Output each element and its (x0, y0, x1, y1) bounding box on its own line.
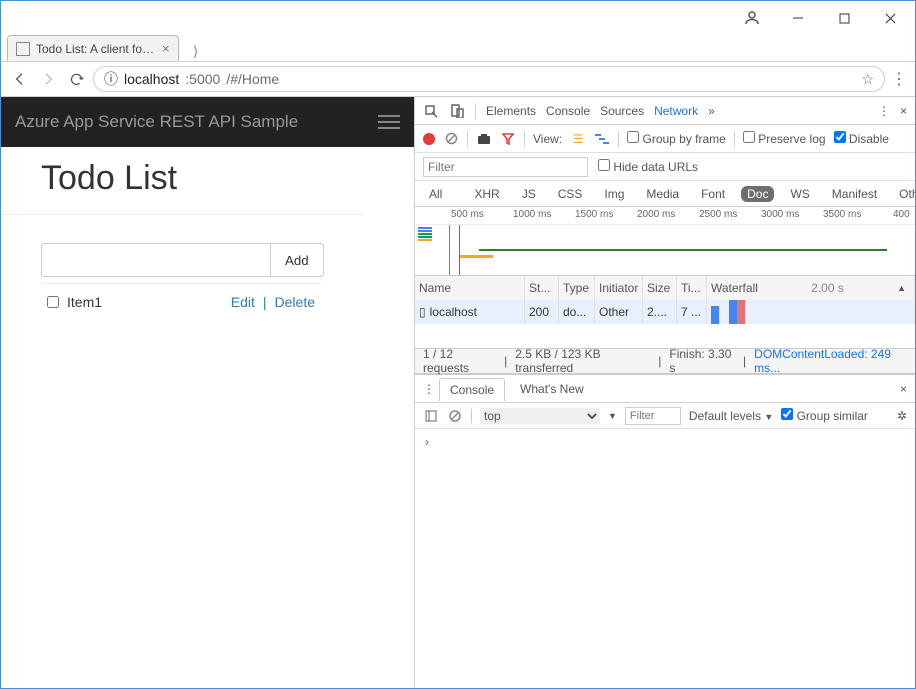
close-tab-icon[interactable]: × (162, 41, 170, 56)
devtools-panel-tabs: Elements Console Sources Network » ⋮ × (415, 97, 915, 125)
hide-data-urls-checkbox[interactable]: Hide data URLs (598, 159, 698, 174)
network-row[interactable]: ▯localhost 200 do... Other 2.... 7 ... (415, 300, 915, 324)
clear-console-icon[interactable] (447, 408, 463, 424)
timeline-bar (479, 249, 887, 251)
group-similar-checkbox[interactable]: Group similar (781, 408, 868, 423)
new-tab-button[interactable]: ⟩ (185, 41, 207, 61)
window-maximize-button[interactable] (821, 2, 867, 34)
group-by-frame-checkbox[interactable]: Group by frame (627, 131, 726, 146)
context-selector[interactable]: top (480, 408, 600, 424)
site-info-icon[interactable]: ⓘ (104, 69, 118, 89)
console-settings-icon[interactable]: ✲ (897, 409, 907, 423)
window-titlebar (1, 1, 915, 35)
drawer-close-icon[interactable]: × (900, 382, 907, 396)
console-toolbar: top ▼ Default levels ▼ Group similar ✲ (415, 403, 915, 429)
view-label: View: (533, 132, 562, 146)
drawer-menu-icon[interactable]: ⋮ (423, 382, 435, 396)
network-filter-bar: Hide data URLs (415, 153, 915, 181)
window-minimize-button[interactable] (775, 2, 821, 34)
preserve-log-checkbox[interactable]: Preserve log (743, 131, 826, 146)
console-filter-input[interactable] (625, 407, 681, 425)
browser-tab[interactable]: Todo List: A client for sam × (7, 35, 179, 61)
network-table-header[interactable]: Name St... Type Initiator Size Ti... Wat… (415, 276, 915, 300)
browser-tab-title: Todo List: A client for sam (36, 42, 156, 56)
type-img[interactable]: Img (598, 186, 630, 202)
network-type-filters: All XHR JS CSS Img Media Font Doc WS Man… (415, 181, 915, 207)
network-table: Name St... Type Initiator Size Ti... Wat… (415, 276, 915, 349)
type-media[interactable]: Media (640, 186, 685, 202)
browser-tabstrip: Todo List: A client for sam × ⟩ (1, 35, 915, 61)
dcl-marker (449, 225, 450, 275)
page-viewport: Azure App Service REST API Sample Todo L… (1, 97, 415, 688)
address-bar: ⓘ localhost:5000/#/Home ☆ ⋮ (1, 61, 915, 97)
type-all[interactable]: All (423, 186, 448, 202)
window-close-button[interactable] (867, 2, 913, 34)
load-marker (459, 225, 460, 275)
delete-link[interactable]: Delete (275, 294, 315, 310)
type-js[interactable]: JS (516, 186, 542, 202)
url-host: localhost (124, 71, 179, 87)
console-output[interactable]: › (415, 429, 915, 688)
document-icon: ▯ (419, 305, 426, 319)
network-summary: 1 / 12 requests| 2.5 KB / 123 KB transfe… (415, 349, 915, 375)
devtools-menu-icon[interactable]: ⋮ (878, 104, 890, 118)
type-ws[interactable]: WS (784, 186, 815, 202)
timeline-bar (459, 255, 493, 258)
type-doc[interactable]: Doc (741, 186, 774, 202)
network-filter-input[interactable] (423, 157, 588, 177)
favicon-icon (16, 42, 30, 56)
todo-item: Item1 Edit | Delete (41, 283, 321, 320)
network-timeline[interactable]: 500 ms 1000 ms 1500 ms 2000 ms 2500 ms 3… (415, 207, 915, 276)
browser-menu-icon[interactable]: ⋮ (891, 69, 907, 89)
star-bookmark-icon[interactable]: ☆ (861, 71, 874, 88)
type-manifest[interactable]: Manifest (826, 186, 883, 202)
drawer-tab-whatsnew[interactable]: What's New (509, 377, 595, 400)
list-view-icon[interactable]: ☰ (570, 131, 586, 147)
type-css[interactable]: CSS (552, 186, 589, 202)
forward-button[interactable] (37, 68, 59, 90)
drawer-tab-console[interactable]: Console (439, 378, 505, 401)
console-sidebar-icon[interactable] (423, 408, 439, 424)
screenshot-icon[interactable] (476, 131, 492, 147)
divider (1, 214, 364, 215)
type-other[interactable]: Other (893, 186, 916, 202)
app-navbar: Azure App Service REST API Sample (1, 97, 414, 147)
waterfall-view-icon[interactable] (594, 131, 610, 147)
devtools: Elements Console Sources Network » ⋮ × V… (415, 97, 915, 688)
drawer-tabs: ⋮ Console What's New × (415, 375, 915, 403)
console-prompt: › (425, 435, 429, 449)
back-button[interactable] (9, 68, 31, 90)
devtools-close-icon[interactable]: × (900, 104, 907, 118)
user-account-icon[interactable] (729, 2, 775, 34)
inspect-element-icon[interactable] (423, 103, 439, 119)
panel-sources[interactable]: Sources (600, 104, 644, 118)
reload-button[interactable] (65, 68, 87, 90)
type-xhr[interactable]: XHR (468, 186, 505, 202)
disable-cache-checkbox[interactable]: Disable (834, 131, 889, 146)
url-input[interactable]: ⓘ localhost:5000/#/Home ☆ (93, 66, 885, 92)
panel-elements[interactable]: Elements (486, 104, 536, 118)
page-heading: Todo List (41, 159, 404, 198)
panel-network[interactable]: Network (654, 104, 698, 118)
todo-checkbox[interactable] (47, 296, 59, 308)
timeline-ruler: 500 ms 1000 ms 1500 ms 2000 ms 2500 ms 3… (415, 207, 915, 225)
new-item-input[interactable] (41, 243, 271, 277)
clear-icon[interactable] (443, 131, 459, 147)
app-brand: Azure App Service REST API Sample (15, 112, 298, 132)
network-toolbar: View: ☰ Group by frame Preserve log Disa… (415, 125, 915, 153)
device-toggle-icon[interactable] (449, 103, 465, 119)
edit-link[interactable]: Edit (231, 294, 255, 310)
todo-label: Item1 (67, 294, 102, 310)
hamburger-menu-icon[interactable] (378, 115, 400, 129)
filter-funnel-icon[interactable] (500, 131, 516, 147)
record-button[interactable] (423, 133, 435, 145)
panel-console[interactable]: Console (546, 104, 590, 118)
log-levels-dropdown[interactable]: Default levels ▼ (689, 409, 773, 423)
type-font[interactable]: Font (695, 186, 731, 202)
add-item-button[interactable]: Add (271, 243, 324, 277)
more-panels-icon[interactable]: » (708, 104, 715, 118)
